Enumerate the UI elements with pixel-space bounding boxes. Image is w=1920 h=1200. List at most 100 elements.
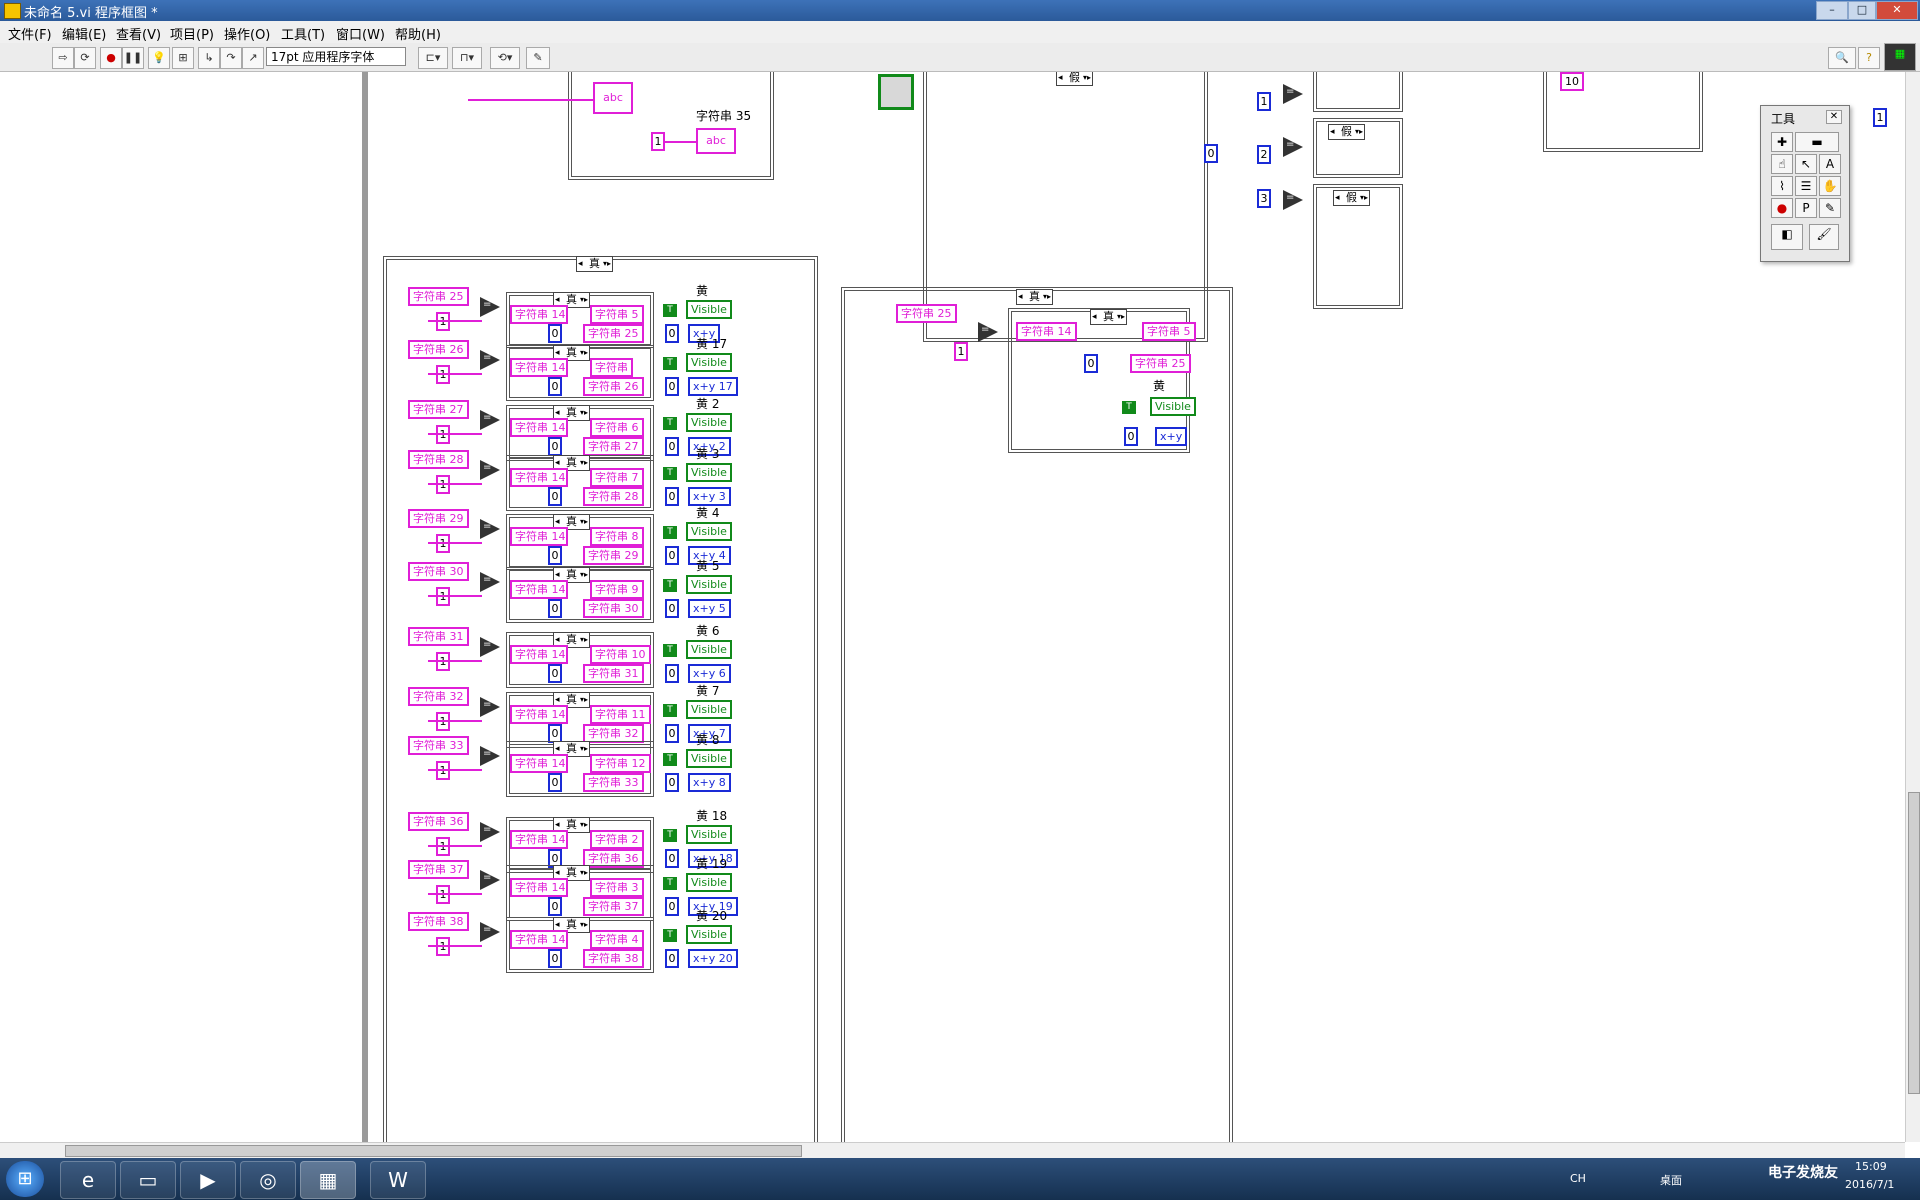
auto-select-icon[interactable]: ▬: [1795, 132, 1839, 152]
case-selector-right[interactable]: 真: [1016, 289, 1053, 305]
true-const[interactable]: T: [663, 304, 677, 317]
string-local[interactable]: 字符串 37: [408, 860, 469, 879]
string-out[interactable]: 字符串 7: [590, 468, 644, 487]
string-out[interactable]: 字符串 9: [590, 580, 644, 599]
string-out[interactable]: 字符串 30: [583, 599, 644, 618]
step-out-icon[interactable]: ↗: [242, 47, 264, 69]
wiring-tool-icon[interactable]: ⌇: [1771, 176, 1793, 196]
true-const[interactable]: T: [663, 467, 677, 480]
pause-icon[interactable]: ❚❚: [122, 47, 144, 69]
run-continuously-icon[interactable]: ⟳: [74, 47, 96, 69]
const-0[interactable]: 0: [665, 599, 679, 618]
equal-node-icon[interactable]: =: [480, 822, 500, 842]
xy-property[interactable]: x+y 6: [688, 664, 731, 683]
text-tool-icon[interactable]: A: [1819, 154, 1841, 174]
minimize-button[interactable]: –: [1816, 1, 1848, 20]
true-const[interactable]: T: [663, 644, 677, 657]
const-0[interactable]: 0: [665, 437, 679, 456]
string-local-inner[interactable]: 字符串 14: [510, 468, 568, 487]
operate-tool-icon[interactable]: ☝: [1771, 154, 1793, 174]
probe-icon[interactable]: P: [1795, 198, 1817, 218]
xy-property[interactable]: x+y 8: [688, 773, 731, 792]
true-const[interactable]: T: [663, 929, 677, 942]
equal-node-icon[interactable]: =: [1283, 190, 1303, 210]
const-0[interactable]: 0: [548, 546, 562, 565]
string-out[interactable]: 字符串 5: [590, 305, 644, 324]
string-local-inner[interactable]: 字符串 14: [510, 754, 568, 773]
true-const[interactable]: T: [663, 357, 677, 370]
const-0[interactable]: 0: [665, 546, 679, 565]
visible-property[interactable]: Visible: [686, 353, 732, 372]
const-0[interactable]: 0: [548, 599, 562, 618]
visible-property[interactable]: Visible: [1150, 397, 1196, 416]
visible-property[interactable]: Visible: [686, 925, 732, 944]
const-0[interactable]: 0: [665, 487, 679, 506]
string-out[interactable]: 字符串 12: [590, 754, 651, 773]
visible-property[interactable]: Visible: [686, 463, 732, 482]
const-0[interactable]: 0: [665, 849, 679, 868]
string-out[interactable]: 字符串 25: [583, 324, 644, 343]
position-tool-icon[interactable]: ↖: [1795, 154, 1817, 174]
const-0[interactable]: 0: [548, 949, 562, 968]
vertical-scrollbar[interactable]: [1905, 72, 1920, 1142]
string-out[interactable]: 字符串 11: [590, 705, 651, 724]
shortcut-menu-icon[interactable]: ☰: [1795, 176, 1817, 196]
menu-project[interactable]: 项目(P): [170, 24, 214, 43]
menu-help[interactable]: 帮助(H): [395, 24, 441, 43]
string14-local[interactable]: 字符串 14: [1016, 322, 1077, 341]
const-0[interactable]: 0: [1204, 144, 1218, 163]
visible-property[interactable]: Visible: [686, 300, 732, 319]
equal-node-icon[interactable]: =: [480, 519, 500, 539]
equal-node-icon[interactable]: =: [480, 922, 500, 942]
case-selector[interactable]: 假: [1333, 190, 1370, 206]
string-local-inner[interactable]: 字符串 14: [510, 527, 568, 546]
equal-node-icon[interactable]: =: [480, 460, 500, 480]
xy-property[interactable]: x+y 20: [688, 949, 738, 968]
const-0[interactable]: 0: [548, 897, 562, 916]
const-0[interactable]: 0: [665, 724, 679, 743]
true-const[interactable]: T: [663, 829, 677, 842]
tools-palette[interactable]: 工具 ✕ ✚ ▬ ☝ ↖ A ⌇ ☰ ✋ ● P ✎ ◧ 🖌: [1760, 105, 1850, 262]
step-over-icon[interactable]: ↷: [220, 47, 242, 69]
equal-node-icon[interactable]: =: [480, 697, 500, 717]
string-local[interactable]: 字符串 26: [408, 340, 469, 359]
visible-property[interactable]: Visible: [686, 749, 732, 768]
string-local[interactable]: 字符串 25: [408, 287, 469, 306]
true-const[interactable]: T: [663, 704, 677, 717]
string35-indicator[interactable]: abc: [696, 128, 736, 154]
const-0[interactable]: 0: [665, 377, 679, 396]
cleanup-diagram-icon[interactable]: ✎: [526, 47, 550, 69]
highlight-execution-icon[interactable]: 💡: [148, 47, 170, 69]
string-out[interactable]: 字符串 38: [583, 949, 644, 968]
string-local[interactable]: 字符串 32: [408, 687, 469, 706]
string-out[interactable]: 字符串 33: [583, 773, 644, 792]
menu-file[interactable]: 文件(F): [8, 24, 52, 43]
string-local[interactable]: 字符串 31: [408, 627, 469, 646]
true-const[interactable]: T: [663, 526, 677, 539]
const-1c[interactable]: 1: [1873, 108, 1887, 127]
string-local-inner[interactable]: 字符串 14: [510, 358, 568, 377]
visible-property[interactable]: Visible: [686, 413, 732, 432]
string5-local[interactable]: 字符串 5: [1142, 322, 1196, 341]
string-local-inner[interactable]: 字符串 14: [510, 580, 568, 599]
font-selector[interactable]: 17pt 应用程序字体: [266, 47, 406, 66]
reorder-icon[interactable]: ⟲▾: [490, 47, 520, 69]
string-out[interactable]: 字符串 2: [590, 830, 644, 849]
string-indicator-icon[interactable]: abc: [593, 82, 633, 114]
menu-view[interactable]: 查看(V): [116, 24, 161, 43]
lang-indicator[interactable]: CH: [1570, 1172, 1586, 1185]
case-structure-right-top[interactable]: [1543, 72, 1703, 152]
color-tool-icon[interactable]: ◧: [1771, 224, 1803, 250]
visible-property[interactable]: Visible: [686, 825, 732, 844]
equal-node-icon[interactable]: =: [480, 297, 500, 317]
string-local-inner[interactable]: 字符串 14: [510, 878, 568, 897]
abort-icon[interactable]: ●: [100, 47, 122, 69]
const-0[interactable]: 0: [548, 437, 562, 456]
equal-node-icon[interactable]: =: [978, 322, 998, 342]
string-local[interactable]: 字符串 30: [408, 562, 469, 581]
string-out[interactable]: 字符串 31: [583, 664, 644, 683]
breakpoint-icon[interactable]: ●: [1771, 198, 1793, 218]
const-0[interactable]: 0: [665, 949, 679, 968]
string-local-inner[interactable]: 字符串 14: [510, 830, 568, 849]
equal-node-icon[interactable]: =: [480, 870, 500, 890]
